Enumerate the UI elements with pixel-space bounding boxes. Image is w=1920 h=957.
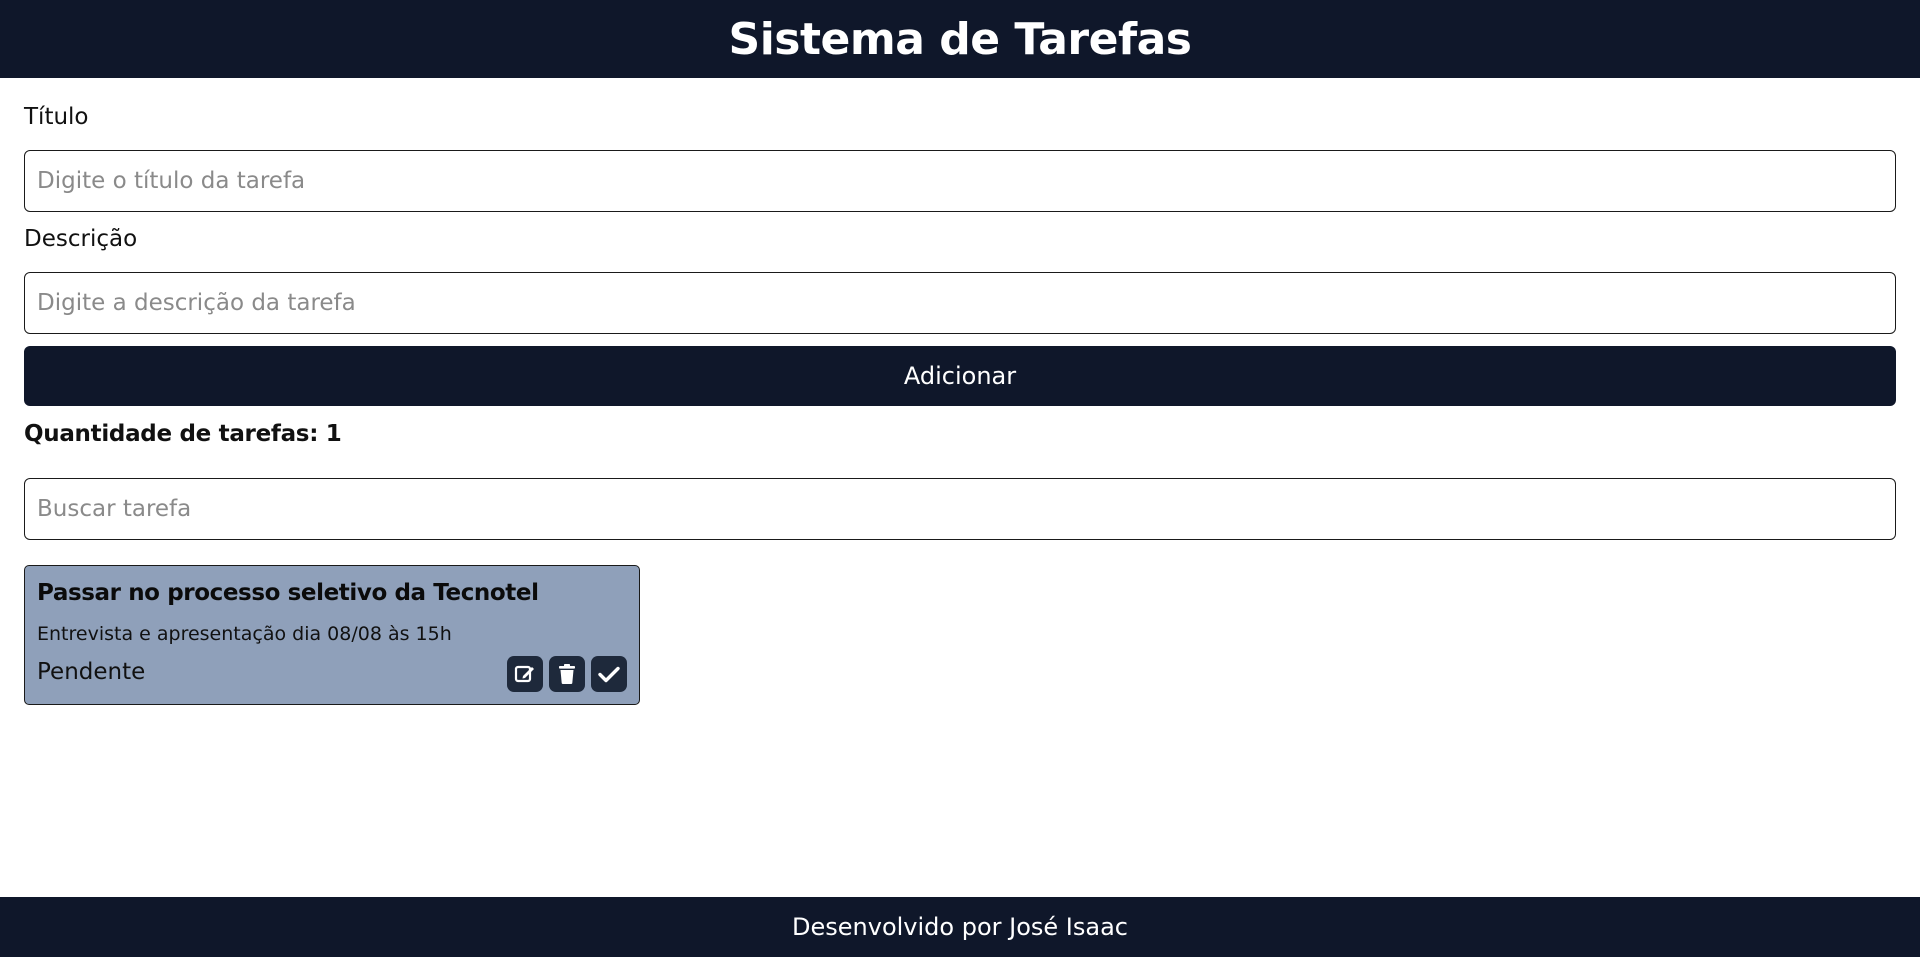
- add-task-button[interactable]: Adicionar: [24, 346, 1896, 406]
- task-card: Passar no processo seletivo da Tecnotel …: [24, 565, 640, 705]
- delete-task-button[interactable]: [549, 656, 585, 692]
- app-footer: Desenvolvido por José Isaac: [0, 897, 1920, 957]
- task-description: Entrevista e apresentação dia 08/08 às 1…: [37, 623, 452, 645]
- description-label: Descrição: [24, 226, 138, 252]
- title-label: Título: [24, 104, 89, 130]
- trash-icon: [555, 662, 579, 686]
- description-input[interactable]: [24, 272, 1896, 334]
- check-icon: [597, 662, 621, 686]
- task-status: Pendente: [37, 659, 146, 685]
- task-count: Quantidade de tarefas: 1: [24, 421, 342, 447]
- task-title: Passar no processo seletivo da Tecnotel: [37, 580, 539, 606]
- search-input[interactable]: [24, 478, 1896, 540]
- edit-icon: [513, 662, 537, 686]
- title-input[interactable]: [24, 150, 1896, 212]
- complete-task-button[interactable]: [591, 656, 627, 692]
- edit-task-button[interactable]: [507, 656, 543, 692]
- page-title: Sistema de Tarefas: [728, 13, 1192, 65]
- task-actions: [507, 656, 627, 692]
- app-header: Sistema de Tarefas: [0, 0, 1920, 78]
- footer-credit: Desenvolvido por José Isaac: [792, 913, 1128, 941]
